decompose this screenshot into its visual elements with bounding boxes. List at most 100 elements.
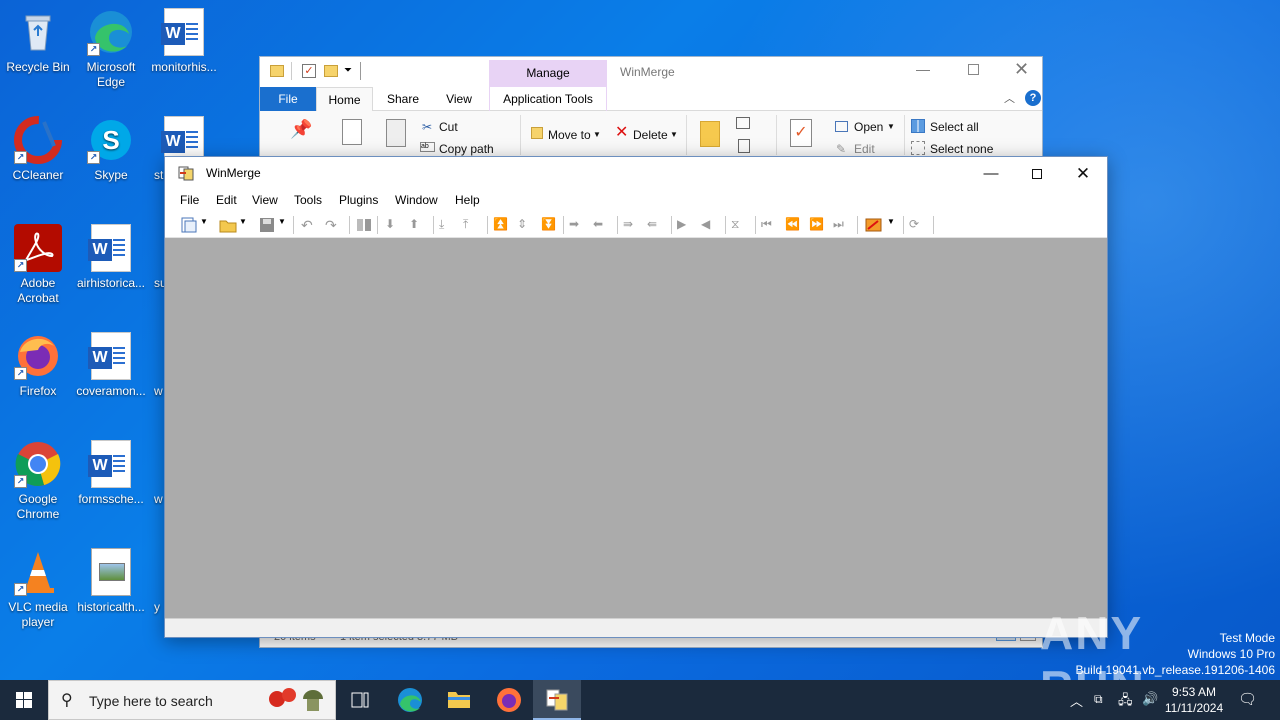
last-file-icon[interactable]: ⏭: [833, 217, 851, 233]
desktop-icon-microsoft-edge[interactable]: ↗ Microsoft Edge: [73, 8, 149, 90]
new-folder-large-icon[interactable]: [700, 121, 720, 147]
close-button[interactable]: ✕: [1014, 59, 1029, 80]
next-diff-icon[interactable]: ⬇: [385, 217, 403, 233]
taskbar-clock[interactable]: 9:53 AM 11/11/2024: [1156, 684, 1232, 716]
chevron-down-icon[interactable]: ▼: [887, 217, 895, 233]
desktop-icon-firefox[interactable]: ↗ Firefox: [0, 332, 76, 399]
start-button[interactable]: [0, 680, 48, 720]
first-diff-icon[interactable]: ⏫: [493, 217, 511, 233]
desktop-icon-su[interactable]: su: [146, 224, 167, 291]
chevron-down-icon[interactable]: ▼: [200, 217, 208, 233]
paste-icon[interactable]: [386, 119, 406, 147]
all-right-icon[interactable]: ▶: [677, 217, 695, 233]
desktop-icon-airhistorica[interactable]: W airhistorica...: [73, 224, 149, 291]
desktop-icon-vlc[interactable]: ↗ VLC media player: [0, 548, 76, 630]
open-button[interactable]: Open: [854, 119, 883, 135]
menu-view[interactable]: View: [252, 193, 278, 207]
taskbar-search-box[interactable]: ⚲ Type here to search: [48, 680, 336, 720]
chevron-down-icon[interactable]: ▼: [887, 119, 895, 135]
help-icon[interactable]: ?: [1025, 90, 1041, 106]
cut-button[interactable]: Cut: [439, 119, 458, 135]
last-diff-icon[interactable]: ⏬: [541, 217, 559, 233]
copy-left-advance-icon[interactable]: ⇚: [647, 217, 665, 233]
desktop-icon-adobe-acrobat[interactable]: ↗ Adobe Acrobat: [0, 224, 76, 306]
taskbar-edge[interactable]: [386, 680, 434, 720]
desktop-icon-formssche[interactable]: W formssche...: [73, 440, 149, 507]
menu-file[interactable]: File: [180, 193, 199, 207]
next-file-icon[interactable]: ⏩: [809, 217, 827, 233]
notifications-icon[interactable]: 🗨: [1238, 680, 1258, 720]
taskbar-winmerge[interactable]: [533, 680, 581, 720]
close-button[interactable]: ✕: [1060, 157, 1106, 190]
desktop-icon-monitorhis[interactable]: W monitorhis...: [146, 8, 222, 75]
current-diff-icon[interactable]: ⇕: [517, 217, 535, 233]
task-view-button[interactable]: [336, 680, 384, 720]
desktop-icon-w1[interactable]: w: [146, 332, 166, 399]
desktop-icon-recycle-bin[interactable]: Recycle Bin: [0, 8, 76, 75]
menu-plugins[interactable]: Plugins: [339, 193, 378, 207]
pin-icon[interactable]: 📌: [290, 120, 312, 138]
desktop-icon-historicalth[interactable]: historicalth...: [73, 548, 149, 615]
winmerge-window[interactable]: WinMerge — ✕ File Edit View Tools Plugin…: [164, 156, 1108, 638]
maximize-button[interactable]: [968, 64, 979, 75]
customize-toolbar-chevron-icon[interactable]: ⏷: [344, 65, 352, 76]
minimize-button[interactable]: —: [968, 157, 1014, 190]
select-all-button[interactable]: Select all: [930, 119, 979, 135]
copy-right-icon[interactable]: ➡: [569, 217, 587, 233]
tab-view[interactable]: View: [432, 87, 486, 111]
copy-path-button[interactable]: Copy path: [439, 141, 494, 157]
desktop-icon-skype[interactable]: S ↗ Skype: [73, 116, 149, 183]
chevron-down-icon[interactable]: ▼: [239, 217, 247, 233]
chevron-down-icon[interactable]: ▼: [593, 127, 601, 143]
new-icon[interactable]: [180, 217, 198, 233]
copy-icon[interactable]: [342, 119, 362, 145]
desktop-icon-ccleaner[interactable]: ↗ CCleaner: [0, 116, 76, 183]
menu-help[interactable]: Help: [455, 193, 480, 207]
desktop-icon-y[interactable]: y: [146, 548, 166, 615]
collapse-ribbon-chevron-icon[interactable]: ︿: [1004, 90, 1015, 106]
copy-right-advance-icon[interactable]: ⇛: [623, 217, 641, 233]
first-conflict-icon[interactable]: ⤓: [439, 217, 457, 233]
refresh-icon[interactable]: ⟳: [909, 217, 927, 233]
menu-tools[interactable]: Tools: [294, 193, 322, 207]
chevron-down-icon[interactable]: ▼: [670, 127, 678, 143]
tray-app-icon[interactable]: ⧉: [1094, 680, 1112, 720]
desktop-icon-w2[interactable]: w: [146, 440, 166, 507]
merge-icon[interactable]: ⧖: [731, 217, 749, 233]
easy-access-icon[interactable]: [738, 139, 750, 153]
prev-diff-icon[interactable]: ⬆: [409, 217, 427, 233]
taskbar-file-explorer[interactable]: [435, 680, 483, 720]
minimize-button[interactable]: —: [916, 61, 930, 77]
next-conflict-icon[interactable]: ⤒: [463, 217, 481, 233]
edit-button[interactable]: Edit: [854, 141, 875, 157]
redo-icon[interactable]: ↷: [325, 217, 343, 233]
tab-share[interactable]: Share: [376, 87, 430, 111]
open-folder-icon[interactable]: [219, 217, 237, 233]
properties-large-icon[interactable]: ✓: [790, 119, 812, 147]
new-item-icon[interactable]: [736, 117, 750, 129]
select-none-button[interactable]: Select none: [930, 141, 993, 157]
compare-icon[interactable]: [355, 217, 373, 233]
properties-icon[interactable]: ✓: [302, 64, 316, 78]
show-hidden-icons-chevron[interactable]: ︿: [1070, 680, 1086, 720]
menu-window[interactable]: Window: [395, 193, 438, 207]
maximize-button[interactable]: [1014, 157, 1060, 190]
winmerge-workspace[interactable]: [165, 238, 1107, 619]
move-to-button[interactable]: Move to: [548, 127, 591, 143]
save-icon[interactable]: [258, 217, 276, 233]
chevron-down-icon[interactable]: ▼: [278, 217, 286, 233]
new-folder-icon[interactable]: [324, 65, 338, 77]
all-left-icon[interactable]: ◀: [701, 217, 719, 233]
menu-edit[interactable]: Edit: [216, 193, 237, 207]
tab-file[interactable]: File: [260, 87, 316, 111]
tab-home[interactable]: Home: [316, 87, 373, 111]
previous-file-icon[interactable]: ⏪: [785, 217, 803, 233]
manage-contextual-tab[interactable]: Manage: [489, 60, 607, 87]
first-file-icon[interactable]: ⏮: [761, 217, 779, 233]
undo-icon[interactable]: ↶: [301, 217, 319, 233]
copy-left-icon[interactable]: ⬅: [593, 217, 611, 233]
desktop-icon-coveramon[interactable]: W coveramon...: [73, 332, 149, 399]
desktop-icon-google-chrome[interactable]: ↗ Google Chrome: [0, 440, 76, 522]
network-icon[interactable]: 🖧: [1118, 680, 1136, 720]
color-scheme-icon[interactable]: [865, 217, 883, 233]
